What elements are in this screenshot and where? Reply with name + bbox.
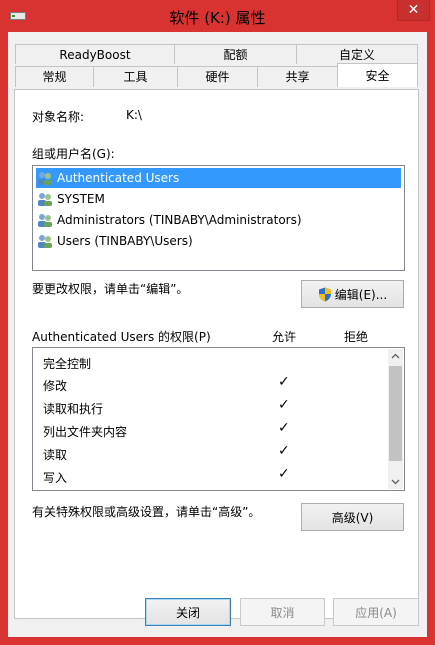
users-icon xyxy=(38,193,52,206)
object-name-value: K:\ xyxy=(126,108,142,122)
deny-column-header: 拒绝 xyxy=(344,330,369,344)
allow-check-icon: ✓ xyxy=(278,466,290,482)
group-users-label: 组或用户名(G): xyxy=(32,147,115,161)
security-panel: 对象名称: K:\ 组或用户名(G): Authenticated Users … xyxy=(14,89,419,619)
close-window-button[interactable]: ✕ xyxy=(397,0,430,21)
list-item-user[interactable]: SYSTEM xyxy=(36,189,401,209)
list-item-user[interactable]: Authenticated Users xyxy=(36,168,401,188)
scroll-thumb[interactable] xyxy=(389,366,402,461)
tab-general[interactable]: 常规 xyxy=(15,66,94,87)
cancel-button[interactable]: 取消 xyxy=(240,598,325,626)
change-permissions-hint: 要更改权限，请单击“编辑”。 xyxy=(32,282,189,296)
allow-check-icon: ✓ xyxy=(278,420,290,436)
advanced-button[interactable]: 高级(V) xyxy=(301,503,404,531)
permissions-header: Authenticated Users 的权限(P) xyxy=(32,330,211,344)
apply-button[interactable]: 应用(A) xyxy=(333,598,419,626)
tab-readyboost[interactable]: ReadyBoost xyxy=(15,44,175,64)
permission-row: 修改 ✓ xyxy=(43,374,290,393)
scroll-up-icon[interactable] xyxy=(391,353,400,359)
edit-button[interactable]: 编辑(E)... xyxy=(301,280,404,308)
permission-row: 读取 ✓ xyxy=(43,443,290,462)
permission-row: 写入 ✓ xyxy=(43,466,290,485)
tab-security[interactable]: 安全 xyxy=(337,63,418,87)
allow-check-icon: ✓ xyxy=(278,397,290,413)
permission-row: 列出文件夹内容 ✓ xyxy=(43,420,290,439)
object-name-label: 对象名称: xyxy=(32,110,85,124)
list-item-user[interactable]: Administrators (TINBABY\Administrators) xyxy=(36,210,401,230)
tab-sharing[interactable]: 共享 xyxy=(257,66,338,87)
permissions-scrollbar[interactable] xyxy=(388,349,403,489)
title-bar[interactable]: 软件 (K:) 属性 ✕ xyxy=(0,0,435,32)
users-listbox[interactable]: Authenticated Users SYSTEM Administrator… xyxy=(32,165,405,271)
dialog-client: ReadyBoost 配额 自定义 常规 工具 硬件 共享 安全 对象名称: K… xyxy=(8,32,427,637)
window-title: 软件 (K:) 属性 xyxy=(169,9,266,27)
close-icon: ✕ xyxy=(407,2,420,18)
tab-quota[interactable]: 配额 xyxy=(174,44,297,64)
scroll-down-icon[interactable] xyxy=(391,479,400,485)
advanced-hint: 有关特殊权限或高级设置，请单击“高级”。 xyxy=(32,505,261,519)
uac-shield-icon xyxy=(318,287,331,301)
users-icon xyxy=(38,235,52,248)
tab-tools[interactable]: 工具 xyxy=(93,66,178,87)
close-button[interactable]: 关闭 xyxy=(145,598,231,626)
allow-check-icon: ✓ xyxy=(278,374,290,390)
permission-row: 完全控制 xyxy=(43,357,92,371)
tab-customize[interactable]: 自定义 xyxy=(296,44,418,64)
tab-hardware[interactable]: 硬件 xyxy=(177,66,258,87)
allow-column-header: 允许 xyxy=(272,330,297,344)
properties-window: 软件 (K:) 属性 ✕ ReadyBoost 配额 自定义 常规 工具 硬件 … xyxy=(0,0,435,645)
users-icon xyxy=(38,172,52,185)
allow-check-icon: ✓ xyxy=(278,443,290,459)
permissions-list[interactable]: 完全控制 修改 ✓ 读取和执行 ✓ 列出文件夹内容 ✓ 读取 ✓ 写入 ✓ xyxy=(32,347,405,491)
users-icon xyxy=(38,214,52,227)
list-item-user[interactable]: Users (TINBABY\Users) xyxy=(36,231,401,251)
permission-row: 读取和执行 ✓ xyxy=(43,397,290,416)
